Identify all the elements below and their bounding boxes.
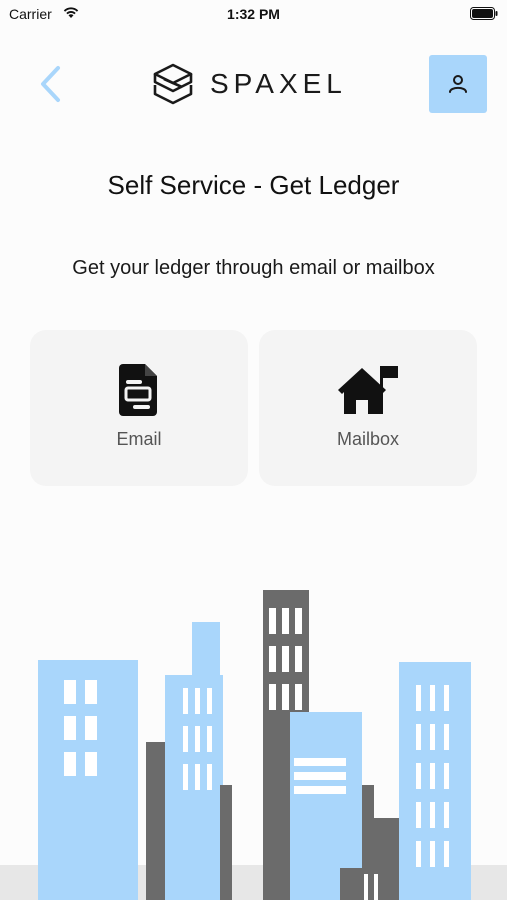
document-icon [119,364,157,416]
email-option-card[interactable]: Email [30,330,248,486]
house-flag-icon [338,366,398,414]
mailbox-option-label: Mailbox [336,429,400,449]
user-icon [449,75,467,93]
profile-button[interactable] [429,55,487,113]
email-option-label: Email [116,429,162,449]
chevron-left-icon [41,66,60,102]
page-subtitle: Get your ledger through email or mailbox [72,257,435,279]
clock: 1:32 PM [227,6,280,22]
mailbox-option-card[interactable]: Mailbox [259,330,477,486]
battery-icon [470,7,498,20]
brand-logo: SPAXEL [150,60,347,108]
back-button[interactable] [34,62,68,106]
city-skyline-illustration [0,590,507,900]
brand-name: SPAXEL [210,68,347,99]
status-bar: Carrier 1:32 PM [0,0,507,28]
spaxel-cube-icon [153,63,193,105]
page-title: Self Service - Get Ledger [107,170,400,200]
